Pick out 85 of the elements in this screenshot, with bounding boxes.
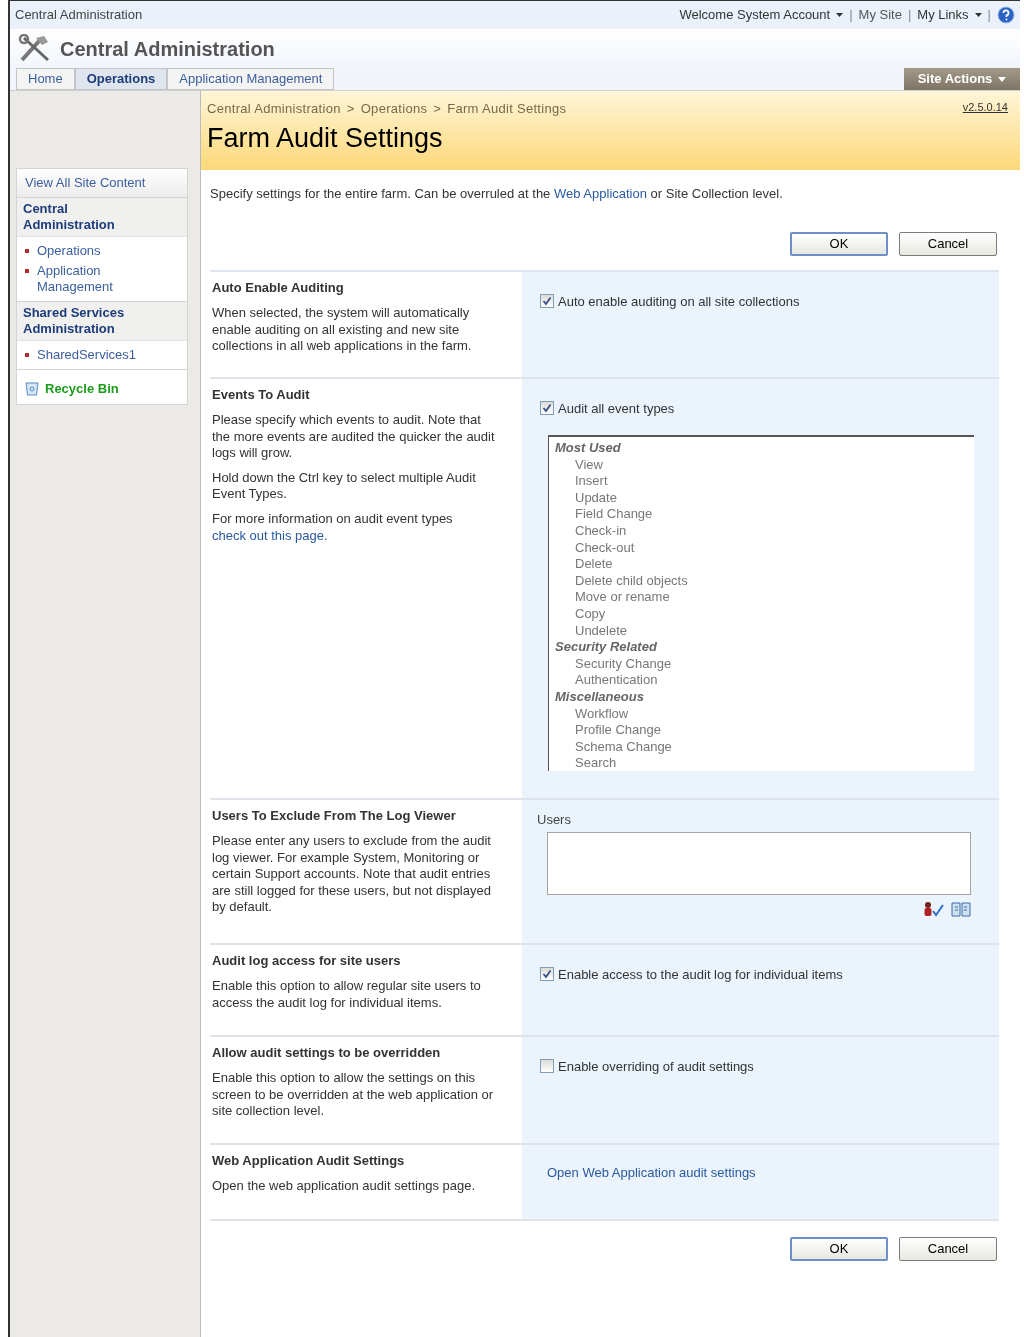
field-label: Users	[537, 810, 572, 829]
list-option[interactable]: Update	[555, 489, 974, 507]
section-description: Please enter any users to exclude from the audit log viewer. For example System, Monitoring or certain Support accounts. Note that audit entries are still logged for these users, but not displayed by default.	[212, 833, 492, 916]
section-description: Open the web application audit settings page.	[212, 1178, 477, 1195]
section-description: Please specify which events to audit. Note that the more events are audited the quicker the audit logs will grow.	[212, 412, 496, 462]
caret-icon	[974, 13, 982, 17]
cancel-button[interactable]: Cancel	[899, 231, 997, 256]
section-description: For more information on audit event types	[212, 510, 454, 528]
caret-icon	[836, 13, 844, 17]
section-description: When selected, the system will automatically enable auditing on all existing and new site collections in all web applications in the farm.	[212, 305, 473, 355]
section-title: Auto Enable Auditing	[212, 278, 345, 297]
nav-link[interactable]: Operations	[37, 242, 137, 259]
list-option[interactable]: Copy	[555, 605, 974, 623]
cancel-button[interactable]: Cancel	[899, 1236, 997, 1261]
list-option[interactable]: Schema Change	[555, 738, 974, 756]
list-option[interactable]: Insert	[555, 473, 974, 490]
section-description: Enable this option to allow the settings on this screen to be overridden at the web application or site collection level.	[212, 1070, 495, 1120]
site-name: Central Administration	[15, 6, 143, 25]
list-option[interactable]: Delete child objects	[555, 572, 974, 590]
list-option[interactable]: Delete	[555, 556, 974, 573]
caret-icon	[998, 76, 1007, 82]
list-group-heading: Miscellaneous	[555, 688, 645, 706]
my-site-link[interactable]: My Site	[858, 5, 902, 25]
users-field[interactable]	[547, 832, 971, 895]
nav-heading[interactable]: Shared Services Administration	[17, 301, 187, 341]
check-names-icon[interactable]	[923, 901, 945, 917]
address-book-icon[interactable]	[951, 901, 971, 917]
section-description: Hold down the Ctrl key to select multiple Audit Event Types.	[212, 469, 477, 503]
nav-link[interactable]: SharedServices1	[37, 346, 137, 363]
checkbox[interactable]	[540, 967, 554, 982]
list-option[interactable]: Search	[555, 755, 974, 772]
checkbox[interactable]	[540, 294, 554, 309]
nav-tab[interactable]: Application Management	[167, 68, 335, 90]
breadcrumb-separator: >	[346, 100, 355, 118]
checkbox[interactable]	[540, 401, 554, 416]
nav-heading[interactable]: Central Administration	[17, 197, 187, 237]
audit-settings-link[interactable]: Open Web Application audit settings	[547, 1164, 756, 1180]
event-type-list[interactable]	[548, 435, 974, 771]
section-title: Allow audit settings to be overridden	[212, 1043, 442, 1062]
welcome-menu[interactable]: Welcome System Account	[679, 5, 844, 25]
web-application-link[interactable]: Web Application	[553, 186, 647, 201]
section-title: Events To Audit	[212, 385, 311, 404]
checkbox-label: Enable access to the audit log for individual items	[558, 965, 843, 984]
list-option[interactable]: Security Change	[555, 655, 974, 673]
section-title: Users To Exclude From The Log Viewer	[212, 806, 457, 825]
info-page-link[interactable]: check out this page.	[212, 527, 328, 543]
nav-tab[interactable]: Home	[16, 68, 75, 90]
list-option[interactable]: Check-in	[555, 522, 974, 540]
list-option[interactable]: View	[555, 456, 974, 474]
section-title: Web Application Audit Settings	[212, 1151, 406, 1170]
site-actions-menu[interactable]: Site Actions	[904, 68, 1020, 90]
breadcrumb-link[interactable]: Central Administration	[207, 99, 341, 119]
list-option[interactable]: Workflow	[555, 705, 974, 723]
list-option[interactable]: Profile Change	[555, 722, 974, 739]
separator: |	[987, 6, 991, 25]
nav-link[interactable]: Application Management	[37, 262, 137, 295]
list-option[interactable]: Check-out	[555, 539, 974, 557]
help-icon[interactable]	[997, 6, 1015, 24]
ok-button[interactable]: OK	[790, 1236, 888, 1261]
list-option[interactable]: Move or rename	[555, 589, 974, 606]
breadcrumb-separator: >	[433, 100, 442, 118]
nav-tab[interactable]: Operations	[74, 68, 168, 90]
list-group-heading: Security Related	[555, 639, 658, 656]
breadcrumb-link[interactable]: Operations	[360, 99, 428, 119]
separator: |	[907, 6, 912, 25]
separator: |	[849, 6, 853, 25]
section-description: Enable this option to allow regular site users to access the audit log for individual items.	[212, 978, 482, 1012]
list-option[interactable]: Undelete	[555, 622, 974, 640]
checkbox-label: Audit all event types	[558, 399, 675, 418]
recycle-bin-link[interactable]: Recycle Bin	[45, 378, 119, 398]
checkbox-label: Enable overriding of audit settings	[558, 1057, 754, 1076]
intro-text: Specify settings for the entire farm. Can be overruled at the Web Application or Site Collection level.	[210, 185, 784, 203]
checkbox-label: Auto enable auditing on all site collections	[558, 292, 800, 311]
list-option[interactable]: Authentication	[555, 672, 974, 689]
ok-button[interactable]: OK	[790, 231, 888, 256]
page-title: Farm Audit Settings	[207, 121, 444, 155]
section-title: Audit log access for site users	[212, 951, 402, 970]
checkbox[interactable]	[540, 1059, 554, 1074]
recycle-bin-icon	[25, 380, 39, 396]
list-option[interactable]: Field Change	[555, 506, 974, 523]
list-group-heading: Most Used	[555, 440, 622, 457]
version-link[interactable]: v2.5.0.14	[962, 99, 1008, 116]
my-links-menu[interactable]: My Links	[917, 5, 982, 25]
breadcrumb-link[interactable]: Farm Audit Settings	[447, 99, 567, 119]
site-title: Central Administration	[60, 36, 275, 62]
